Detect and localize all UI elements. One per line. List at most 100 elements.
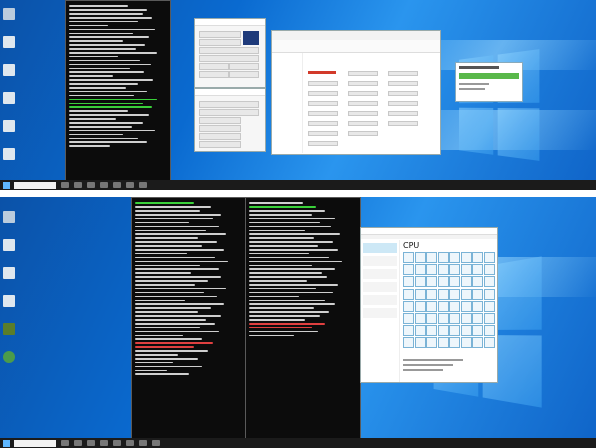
- file-icon[interactable]: [3, 148, 15, 160]
- taskbar-app-icon[interactable]: [126, 182, 134, 188]
- window-title-bar[interactable]: [361, 228, 497, 235]
- command-prompt-window[interactable]: [131, 197, 247, 440]
- taskbar-app-icon[interactable]: [113, 182, 121, 188]
- cpu-core-graph: [483, 337, 495, 349]
- sidebar-item-ethernet[interactable]: [363, 308, 397, 318]
- cpu-core-graph: [460, 313, 472, 324]
- sidebar-item-cpu[interactable]: [363, 243, 397, 253]
- ribbon-toolbar[interactable]: [272, 40, 440, 53]
- cpu-core-graph: [426, 300, 437, 312]
- cpu-core-graph: [472, 264, 483, 276]
- taskbar-app-icon[interactable]: [126, 440, 134, 446]
- cpu-core-graph: [449, 252, 460, 263]
- taskbar-app-icon[interactable]: [113, 440, 121, 446]
- taskbar-app-icon[interactable]: [74, 182, 82, 188]
- console-output: [246, 198, 360, 340]
- cpu-core-graph: [460, 325, 472, 337]
- cpu-core-graph: [414, 337, 426, 349]
- file-icon[interactable]: [3, 92, 15, 104]
- recycle-bin-icon[interactable]: [3, 8, 15, 20]
- cpu-core-graph: [426, 252, 437, 263]
- cpu-core-graph: [437, 313, 449, 324]
- console-output: [132, 198, 246, 379]
- taskbar-app-icon[interactable]: [139, 440, 147, 446]
- cpu-core-graph: [460, 264, 472, 276]
- cpu-core-graph: [472, 313, 483, 324]
- start-icon[interactable]: [3, 439, 10, 447]
- cpu-core-graph: [449, 288, 460, 300]
- cpu-core-graph: [403, 337, 414, 349]
- cpu-core-graph: [414, 288, 426, 300]
- cpu-core-graph: [483, 313, 495, 324]
- cpu-core-graph: [403, 264, 414, 276]
- cpu-core-graph: [414, 313, 426, 324]
- cpu-core-graph: [426, 325, 437, 337]
- notification-popup[interactable]: [455, 62, 523, 102]
- cpu-core-graph: [483, 288, 495, 300]
- top-desktop-screen: [0, 0, 596, 190]
- cpu-core-graph: [449, 300, 460, 312]
- taskbar-app-icon[interactable]: [61, 440, 69, 446]
- taskbar-app-icon[interactable]: [87, 440, 95, 446]
- file-icon[interactable]: [3, 64, 15, 76]
- file-icon[interactable]: [3, 267, 15, 279]
- cpu-core-graph: [426, 313, 437, 324]
- cpu-core-graph: [472, 252, 483, 263]
- cpu-core-graph: [437, 300, 449, 312]
- app-icon[interactable]: [3, 323, 15, 335]
- cpu-core-graph: [449, 276, 460, 288]
- cpu-core-graph: [460, 276, 472, 288]
- cpu-core-graph: [472, 325, 483, 337]
- file-icon[interactable]: [3, 120, 15, 132]
- taskbar-app-icon[interactable]: [61, 182, 69, 188]
- sidebar-item-disk[interactable]: [363, 282, 397, 292]
- cpu-core-graph: [437, 264, 449, 276]
- desktop-icons: [2, 211, 16, 379]
- sidebar-item-disk[interactable]: [363, 269, 397, 279]
- start-icon[interactable]: [3, 181, 10, 189]
- window-title-bar[interactable]: [195, 19, 265, 26]
- taskbar-app-icon[interactable]: [100, 182, 108, 188]
- command-prompt-window[interactable]: [245, 197, 361, 440]
- cpu-core-graph: [403, 313, 414, 324]
- cpu-core-graph: [472, 276, 483, 288]
- navigation-pane[interactable]: [272, 53, 303, 153]
- task-manager-window[interactable]: CPU: [360, 227, 498, 383]
- taskbar-app-icon[interactable]: [139, 182, 147, 188]
- taskbar-app-icon[interactable]: [74, 440, 82, 446]
- cpu-core-graph: [449, 264, 460, 276]
- memory-info-window[interactable]: [194, 88, 266, 152]
- cpu-logo-icon: [243, 31, 259, 45]
- desktop-icons: [2, 8, 16, 176]
- cpu-core-graph: [460, 337, 472, 349]
- sidebar-item-ethernet[interactable]: [363, 295, 397, 305]
- cpu-info-window[interactable]: [194, 18, 266, 88]
- cpu-core-graph: [437, 325, 449, 337]
- drive-usage-bar: [308, 71, 336, 74]
- search-box[interactable]: [14, 181, 56, 189]
- cpu-core-graph: [426, 288, 437, 300]
- taskbar-app-icon[interactable]: [152, 440, 160, 446]
- cpu-core-graph: [483, 325, 495, 337]
- file-icon[interactable]: [3, 36, 15, 48]
- cpu-core-graph: [426, 276, 437, 288]
- bottom-desktop-screen: CPU: [0, 197, 596, 448]
- explorer-window[interactable]: [271, 30, 441, 155]
- cpu-core-graph: [472, 337, 483, 349]
- file-icon[interactable]: [3, 239, 15, 251]
- window-title-bar[interactable]: [195, 89, 265, 96]
- taskbar: [0, 180, 596, 190]
- taskbar: [0, 438, 596, 448]
- cpu-core-graph: [437, 288, 449, 300]
- search-box[interactable]: [14, 439, 56, 447]
- command-prompt-window[interactable]: [65, 0, 171, 182]
- recycle-bin-icon[interactable]: [3, 211, 15, 223]
- taskbar-app-icon[interactable]: [100, 440, 108, 446]
- cpu-core-graph: [449, 337, 460, 349]
- taskbar-app-icon[interactable]: [87, 182, 95, 188]
- file-icon[interactable]: [3, 295, 15, 307]
- tab-bar[interactable]: [361, 235, 497, 239]
- sidebar-item-memory[interactable]: [363, 256, 397, 266]
- app-icon[interactable]: [3, 351, 15, 363]
- performance-sidebar[interactable]: [361, 240, 400, 382]
